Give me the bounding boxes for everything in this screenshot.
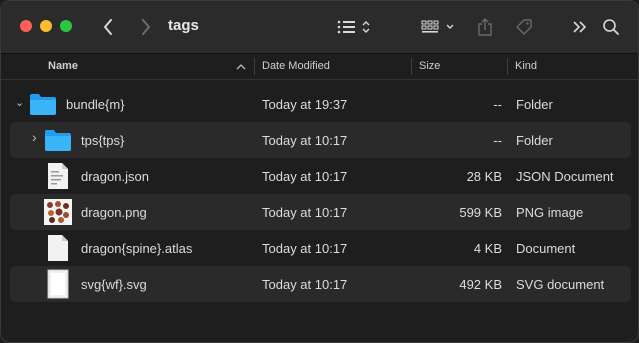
file-row[interactable]: dragon.png Today at 10:17 599 KB PNG ima…	[10, 194, 631, 230]
column-divider[interactable]	[411, 58, 412, 75]
tag-icon	[516, 19, 532, 35]
file-date: Today at 10:17	[262, 205, 348, 220]
double-chevron-icon	[573, 21, 587, 33]
more-toolbar-button[interactable]	[571, 13, 589, 41]
file-name: tps{tps}	[81, 133, 125, 148]
file-size: 28 KB	[466, 169, 502, 184]
file-row[interactable]: svg{wf}.svg Today at 10:17 492 KB SVG do…	[10, 266, 631, 302]
file-kind: Folder	[516, 97, 553, 112]
column-divider[interactable]	[507, 58, 508, 75]
file-size: --	[493, 133, 502, 148]
file-name: dragon.png	[81, 205, 147, 220]
disclosure-collapsed-icon[interactable]: ›	[32, 129, 37, 145]
chevron-right-icon	[142, 19, 150, 35]
minimize-window-button[interactable]	[40, 20, 52, 32]
file-kind: Folder	[516, 133, 553, 148]
file-size: --	[493, 97, 502, 112]
file-date: Today at 10:17	[262, 277, 348, 292]
file-size: 4 KB	[473, 241, 502, 256]
size-column-header[interactable]: Size	[419, 60, 440, 72]
list-view-button[interactable]	[335, 13, 375, 41]
file-date: Today at 10:17	[262, 169, 348, 184]
back-button[interactable]	[99, 13, 117, 41]
file-row[interactable]: ⌄ bundle{m} Today at 19:37 -- Folder	[1, 86, 638, 122]
svg-document-icon	[47, 269, 73, 299]
file-row[interactable]: dragon.json Today at 10:17 28 KB JSON Do…	[1, 158, 638, 194]
file-kind: PNG image	[516, 205, 584, 220]
file-row[interactable]: › tps{tps} Today at 10:17 -- Folder	[10, 122, 631, 158]
grid-view-icon	[421, 20, 454, 33]
list-view-icon	[337, 20, 370, 34]
toolbar: tags	[1, 1, 638, 54]
file-kind: JSON Document	[516, 169, 614, 184]
document-icon	[47, 234, 73, 261]
json-document-icon	[47, 162, 73, 189]
file-kind: Document	[516, 241, 576, 256]
search-button[interactable]	[601, 13, 621, 41]
share-icon	[478, 18, 492, 36]
share-button[interactable]	[475, 13, 495, 41]
file-date: Today at 10:17	[262, 241, 348, 256]
chevron-left-icon	[104, 19, 112, 35]
column-divider[interactable]	[254, 58, 255, 75]
date-column-header[interactable]: Date Modified	[262, 60, 330, 72]
file-name: bundle{m}	[66, 97, 125, 112]
kind-column-header[interactable]: Kind	[515, 60, 537, 72]
file-row[interactable]: dragon{spine}.atlas Today at 10:17 4 KB …	[1, 230, 638, 266]
disclosure-expanded-icon[interactable]: ⌄	[15, 96, 24, 109]
file-date: Today at 10:17	[262, 133, 348, 148]
window-title: tags	[168, 17, 199, 34]
file-name: dragon{spine}.atlas	[81, 241, 193, 256]
grid-view-button[interactable]	[419, 13, 459, 41]
file-name: svg{wf}.svg	[81, 277, 147, 292]
column-header: Name Date Modified Size Kind	[1, 54, 638, 80]
sort-ascending-icon	[236, 64, 246, 70]
finder-window: tags Name Date Modified Size Kind ⌄ bund…	[0, 0, 639, 343]
file-size: 599 KB	[459, 205, 502, 220]
name-column-header[interactable]: Name	[48, 60, 78, 72]
file-kind: SVG document	[516, 277, 605, 292]
file-name: dragon.json	[81, 169, 149, 184]
close-window-button[interactable]	[20, 20, 32, 32]
folder-icon	[44, 128, 71, 152]
forward-button[interactable]	[137, 13, 155, 41]
folder-icon	[29, 92, 56, 116]
png-image-icon	[44, 199, 72, 225]
file-date: Today at 19:37	[262, 97, 348, 112]
file-list: ⌄ bundle{m} Today at 19:37 -- Folder › t…	[1, 86, 638, 302]
maximize-window-button[interactable]	[60, 20, 72, 32]
search-icon	[603, 19, 619, 35]
tag-button[interactable]	[513, 13, 535, 41]
file-size: 492 KB	[459, 277, 502, 292]
